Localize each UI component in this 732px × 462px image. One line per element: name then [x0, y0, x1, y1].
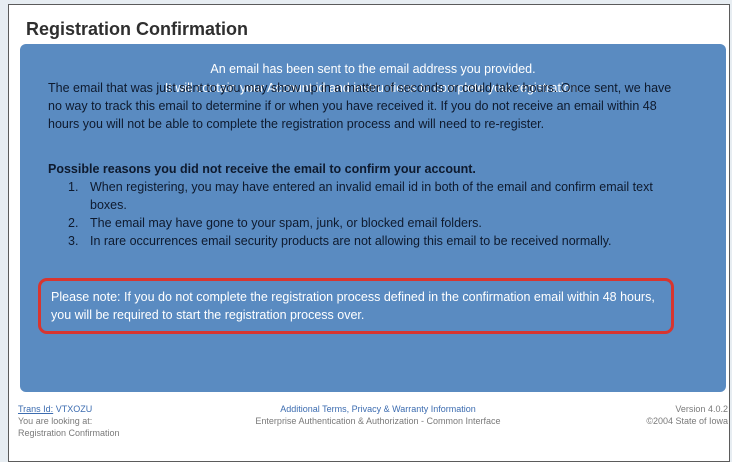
footer-center: Additional Terms, Privacy & Warranty Inf…	[238, 403, 518, 427]
list-item-number: 1.	[68, 180, 79, 194]
intro-line-1: An email has been sent to the email addr…	[210, 62, 536, 76]
important-note: Please note: If you do not complete the …	[38, 278, 674, 334]
reasons-heading: Possible reasons you did not receive the…	[48, 162, 476, 176]
list-item: 3. In rare occurrences email security pr…	[48, 232, 688, 250]
list-item-text: The email may have gone to your spam, ju…	[90, 216, 482, 230]
footer-left: Trans Id: VTXOZU You are looking at: Reg…	[18, 403, 120, 439]
page-title: Registration Confirmation	[26, 19, 249, 39]
looking-at-value: Registration Confirmation	[18, 428, 120, 438]
version-label: Version	[675, 404, 706, 414]
looking-at-label: You are looking at:	[18, 416, 93, 426]
service-name: Enterprise Authentication & Authorizatio…	[255, 416, 501, 426]
list-item-text: When registering, you may have entered a…	[90, 180, 653, 212]
footer-right: Version 4.0.2 ©2004 State of Iowa	[646, 403, 728, 427]
list-item-number: 3.	[68, 234, 79, 248]
email-delay-paragraph: The email that was just sent to you may …	[48, 81, 672, 131]
trans-id-row: Trans Id: VTXOZU	[18, 403, 120, 415]
trans-id-value[interactable]: VTXOZU	[56, 404, 93, 414]
trans-id-label[interactable]: Trans Id:	[18, 404, 53, 414]
footer: Trans Id: VTXOZU You are looking at: Reg…	[18, 403, 728, 453]
version-value: 4.0.2	[707, 404, 728, 414]
list-item: 1. When registering, you may have entere…	[48, 178, 688, 214]
list-item: 2. The email may have gone to your spam,…	[48, 214, 688, 232]
list-item-number: 2.	[68, 216, 79, 230]
list-item-text: In rare occurrences email security produ…	[90, 234, 612, 248]
terms-privacy-link[interactable]: Additional Terms, Privacy & Warranty Inf…	[238, 403, 518, 415]
version-info: Version 4.0.2	[646, 403, 728, 415]
copyright: ©2004 State of Iowa	[646, 416, 728, 426]
reasons-list: 1. When registering, you may have entere…	[48, 178, 688, 250]
